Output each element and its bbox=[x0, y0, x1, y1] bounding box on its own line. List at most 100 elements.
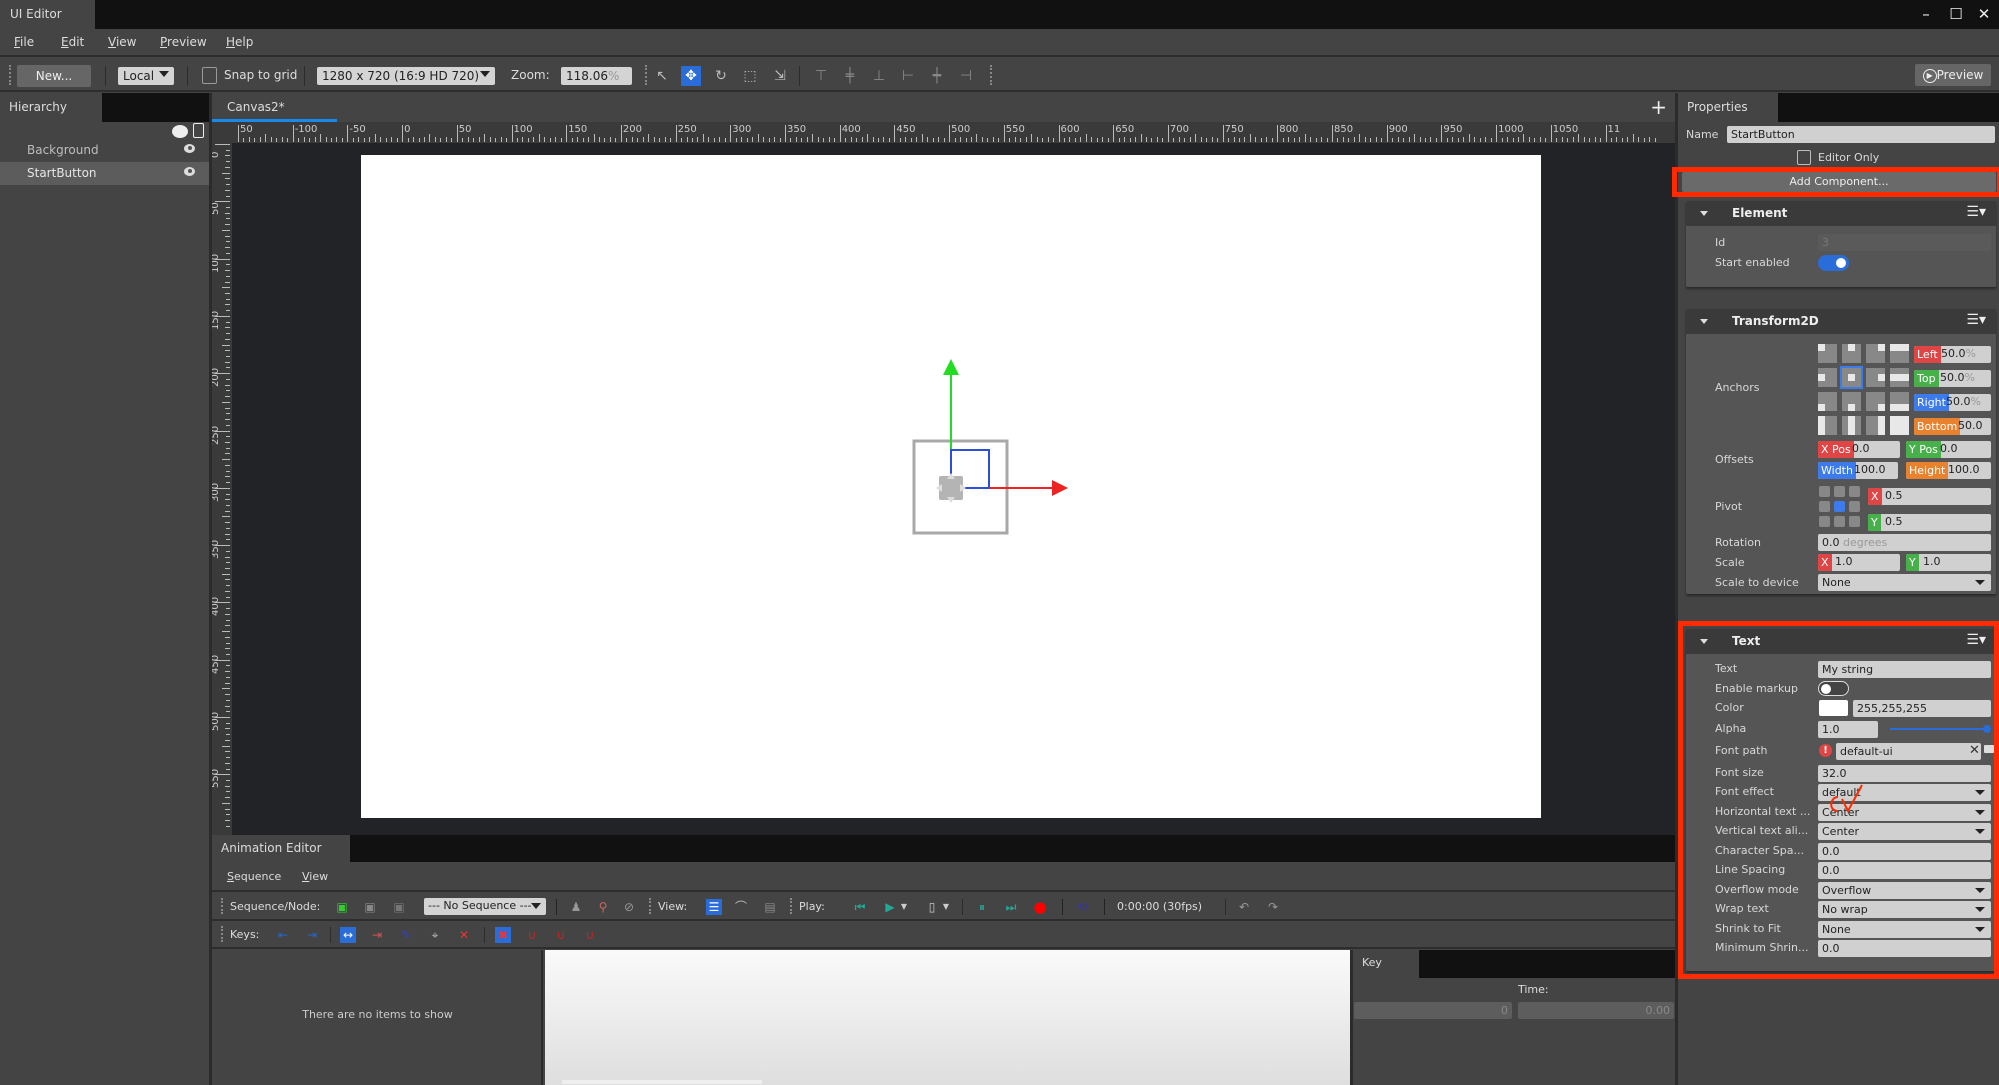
menu-sequence[interactable]: Sequence bbox=[227, 870, 281, 883]
resize-tool-icon[interactable]: ⇲ bbox=[770, 66, 790, 86]
pivot-preset-button[interactable] bbox=[1819, 516, 1830, 527]
move-tool-icon[interactable]: ✥ bbox=[681, 66, 701, 86]
name-input[interactable]: StartButton bbox=[1727, 126, 1995, 143]
magnet-snap-frames-icon[interactable]: ∪ bbox=[553, 927, 569, 943]
lock-all-icon[interactable] bbox=[193, 123, 204, 138]
close-button[interactable]: ✕ bbox=[1972, 3, 1996, 25]
xpos-field[interactable]: X Pos 0.0 bbox=[1818, 441, 1900, 458]
toolbar-grip[interactable] bbox=[649, 898, 651, 914]
anchor-preset-button[interactable] bbox=[1818, 416, 1837, 435]
new-button[interactable]: New... bbox=[17, 65, 91, 87]
menu-anim-view[interactable]: View bbox=[302, 870, 328, 883]
pause-icon[interactable]: ⏸ bbox=[974, 899, 990, 915]
find-node-icon[interactable]: ⚲ bbox=[595, 899, 611, 915]
anchor-preset-button[interactable] bbox=[1890, 344, 1909, 363]
curve-view-icon[interactable]: ⌒ bbox=[733, 899, 749, 915]
anchor-preset-button[interactable] bbox=[1890, 416, 1909, 435]
key-time-field[interactable]: 0.00 bbox=[1518, 1002, 1674, 1019]
add-tab-icon[interactable]: + bbox=[1650, 95, 1667, 119]
duplicate-sequence-icon[interactable]: ▣ bbox=[391, 899, 407, 915]
ypos-field[interactable]: Y Pos 0.0 bbox=[1906, 441, 1991, 458]
timeline-scrollbar[interactable] bbox=[562, 1080, 762, 1084]
snap-none-icon[interactable]: ✖ bbox=[495, 927, 511, 943]
pivot-y-field[interactable]: Y 0.5 bbox=[1868, 514, 1991, 531]
eye-icon[interactable] bbox=[184, 144, 195, 153]
collapse-triangle-icon[interactable] bbox=[1700, 319, 1708, 324]
delete-sequence-icon[interactable]: ▣ bbox=[362, 899, 378, 915]
pivot-preset-button[interactable] bbox=[1849, 516, 1860, 527]
menu-preview[interactable]: Preview bbox=[160, 35, 207, 49]
anchor-preset-button[interactable] bbox=[1840, 366, 1863, 389]
anchor-top-field[interactable]: Top 50.0% bbox=[1914, 370, 1991, 387]
slide-keys-icon[interactable]: ⇥ bbox=[369, 927, 385, 943]
pivot-x-field[interactable]: X 0.5 bbox=[1868, 488, 1991, 505]
transform2d-section-header[interactable]: Transform2D ☰▾ bbox=[1686, 309, 1996, 334]
tab-animation-editor[interactable]: Animation Editor bbox=[212, 835, 350, 862]
space-select[interactable]: Local bbox=[118, 67, 174, 85]
x-axis-arrow-icon[interactable] bbox=[1052, 480, 1068, 496]
toolbar-grip[interactable] bbox=[221, 898, 223, 914]
scale-keys-icon[interactable]: ✎ bbox=[398, 927, 414, 943]
anchor-preset-button[interactable] bbox=[1866, 368, 1885, 387]
pivot-preset-button[interactable] bbox=[1834, 516, 1845, 527]
pivot-preset-button[interactable] bbox=[1849, 486, 1860, 497]
anchor-bottom-field[interactable]: Bottom 50.0 bbox=[1914, 418, 1991, 435]
scale-tool-icon[interactable]: ⬚ bbox=[740, 66, 760, 86]
eye-icon[interactable] bbox=[184, 167, 195, 176]
anchor-preset-button[interactable] bbox=[1818, 392, 1837, 411]
play-options-chevron-icon[interactable]: ▼ bbox=[896, 899, 912, 915]
zoom-input[interactable]: 118.06% bbox=[561, 67, 632, 85]
anchor-preset-button[interactable] bbox=[1842, 416, 1861, 435]
element-section-header[interactable]: Element ☰▾ bbox=[1686, 201, 1996, 226]
maximize-button[interactable]: ☐ bbox=[1944, 3, 1968, 25]
anchor-preset-button[interactable] bbox=[1866, 392, 1885, 411]
add-node-icon[interactable]: ♟ bbox=[568, 899, 584, 915]
pivot-icon[interactable] bbox=[936, 473, 966, 503]
magnet-snap-keys-icon[interactable]: ∪ bbox=[524, 927, 540, 943]
stop-options-chevron-icon[interactable]: ▼ bbox=[938, 899, 954, 915]
rotate-tool-icon[interactable]: ↻ bbox=[711, 66, 731, 86]
minimize-button[interactable]: – bbox=[1914, 3, 1938, 25]
add-keys-icon[interactable]: ⌖ bbox=[427, 927, 443, 943]
previous-key-icon[interactable]: ⇤ bbox=[275, 927, 291, 943]
anchor-preset-button[interactable] bbox=[1866, 416, 1885, 435]
visibility-all-icon[interactable] bbox=[172, 125, 188, 138]
pivot-preset-button[interactable] bbox=[1819, 501, 1830, 512]
anchor-preset-button[interactable] bbox=[1818, 344, 1837, 363]
anchor-preset-grid[interactable] bbox=[1818, 344, 1914, 440]
preview-button[interactable]: ▶ Preview bbox=[1915, 64, 1991, 86]
go-to-end-icon[interactable]: ⏭ bbox=[1003, 899, 1019, 915]
editor-only-checkbox[interactable] bbox=[1797, 150, 1811, 165]
align-bottom-icon[interactable]: ⊥ bbox=[869, 66, 889, 86]
move-keys-icon[interactable]: ↔ bbox=[340, 927, 356, 943]
toolbar-grip[interactable] bbox=[221, 926, 223, 942]
resolution-select[interactable]: 1280 x 720 (16:9 HD 720) bbox=[317, 67, 495, 85]
pivot-preset-button[interactable] bbox=[1834, 486, 1845, 497]
toolbar-grip[interactable] bbox=[645, 65, 647, 85]
tab-canvas2[interactable]: Canvas2* bbox=[212, 93, 337, 122]
toolbar-grip[interactable] bbox=[790, 898, 792, 914]
toolbar-grip[interactable] bbox=[9, 65, 11, 85]
snap-to-grid-checkbox[interactable] bbox=[202, 67, 217, 84]
section-menu-icon[interactable]: ☰▾ bbox=[1966, 312, 1986, 328]
select-tool-icon[interactable]: ↖ bbox=[652, 66, 672, 86]
dopesheet-view-icon[interactable]: ☰ bbox=[706, 899, 722, 915]
align-hcenter-icon[interactable]: ┿ bbox=[927, 66, 947, 86]
scale-to-device-select[interactable]: None bbox=[1818, 574, 1991, 591]
scale-x-field[interactable]: X 1.0 bbox=[1818, 554, 1900, 571]
key-index-field[interactable]: 0 bbox=[1354, 1002, 1512, 1019]
anchor-preset-button[interactable] bbox=[1842, 344, 1861, 363]
menu-help[interactable]: Help bbox=[226, 35, 253, 49]
go-to-start-icon[interactable]: ⏮ bbox=[852, 899, 868, 915]
anchor-preset-button[interactable] bbox=[1818, 368, 1837, 387]
anchor-left-field[interactable]: Left 50.0% bbox=[1914, 346, 1991, 363]
sequence-select[interactable]: --- No Sequence --- bbox=[424, 898, 546, 915]
align-top-icon[interactable]: ⊤ bbox=[811, 66, 831, 86]
hierarchy-item-startbutton[interactable]: StartButton bbox=[0, 162, 209, 185]
anchor-preset-button[interactable] bbox=[1890, 392, 1909, 411]
pivot-preset-grid[interactable] bbox=[1819, 486, 1861, 528]
hierarchy-item-background[interactable]: Background bbox=[0, 139, 209, 162]
next-key-icon[interactable]: ⇥ bbox=[304, 927, 320, 943]
new-sequence-icon[interactable]: ▣ bbox=[334, 899, 350, 915]
loop-icon[interactable]: ⟲ bbox=[1074, 899, 1090, 915]
